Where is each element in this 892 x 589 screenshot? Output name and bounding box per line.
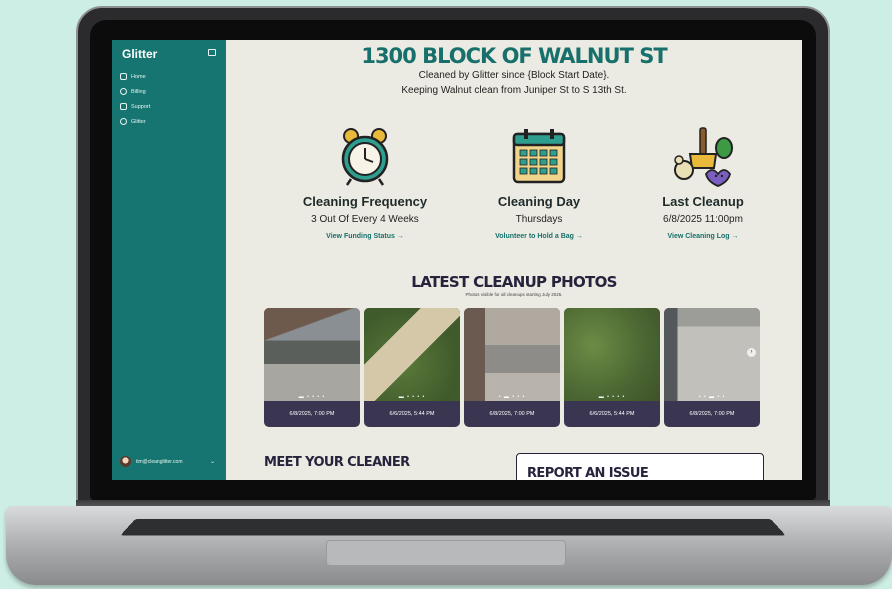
sidebar-item-support[interactable]: Support (120, 99, 150, 114)
sidebar-item-label: Billing (131, 88, 146, 95)
sidebar-item-glitter[interactable]: Glitter (120, 114, 150, 129)
globe-icon (120, 118, 127, 125)
keyboard (120, 518, 786, 536)
user-email: tim@cleanglitter.com (136, 458, 183, 465)
home-icon (120, 73, 127, 80)
report-issue-card[interactable]: REPORT AN ISSUE (516, 453, 764, 480)
view-funding-status-link[interactable]: View Funding Status → (280, 233, 450, 240)
sidebar-item-home[interactable]: Home (120, 69, 150, 84)
carousel-dots[interactable]: ▬ • • • • (264, 394, 360, 400)
sidebar-item-label: Support (131, 103, 151, 110)
stat-cleaning-frequency: Cleaning Frequency 3 Out Of Every 4 Week… (280, 126, 450, 240)
carousel-dots[interactable]: • • ▬ • • (664, 394, 760, 400)
photo-timestamp: 6/8/2025, 7:00 PM (689, 411, 735, 417)
cleanup-photo[interactable] (464, 308, 560, 401)
hero-subtitle-2: Keeping Walnut clean from Juniper St to … (401, 85, 627, 96)
photo-card[interactable]: ▬ • • • • 6/6/2025, 5:44 PM (564, 308, 660, 427)
trackpad (326, 540, 566, 566)
photo-timestamp: 6/6/2025, 5:44 PM (389, 411, 435, 417)
stat-value: Thursdays (515, 214, 563, 225)
stat-title: Cleaning Day (497, 194, 581, 209)
stat-title: Cleaning Frequency (302, 194, 428, 209)
chevron-down-icon[interactable]: ⌄ (210, 458, 215, 465)
main-content: 1300 BLOCK OF WALNUT ST Cleaned by Glitt… (226, 40, 802, 480)
cleanup-photo[interactable] (664, 308, 760, 401)
meet-cleaner-title: MEET YOUR CLEANER (264, 455, 410, 470)
sidebar-item-label: Glitter (131, 118, 146, 125)
sidebar-collapse-icon[interactable] (208, 49, 216, 56)
cleanup-photo[interactable] (564, 308, 660, 401)
hero-subtitle: Cleaned by Glitter since {Block Start Da… (418, 70, 610, 81)
stat-title: Last Cleanup (662, 194, 744, 209)
photos-section-title: LATEST CLEANUP PHOTOS (411, 273, 617, 291)
photo-timestamp: 6/6/2025, 5:44 PM (589, 411, 635, 417)
page-title: 1300 BLOCK OF WALNUT ST (361, 44, 667, 68)
stat-value: 3 Out Of Every 4 Weeks (311, 214, 419, 225)
photos-subtitle: Photos visible for all cleanups starting… (465, 292, 563, 297)
photo-timestamp: 6/8/2025, 7:00 PM (489, 411, 535, 417)
chevron-right-icon[interactable]: › (747, 348, 756, 357)
volunteer-link[interactable]: Volunteer to Hold a Bag → (454, 233, 624, 240)
carousel-dots[interactable]: ▬ • • • • (564, 394, 660, 400)
view-cleaning-log-link[interactable]: View Cleaning Log → (618, 233, 788, 240)
photo-card[interactable]: › • • ▬ • • 6/8/2025, 7:00 PM (664, 308, 760, 427)
app-screen: Glitter Home Billing Support Glitter tim… (112, 40, 802, 480)
cleanup-photo[interactable] (364, 308, 460, 401)
cleaning-supplies-icon (618, 126, 788, 188)
photo-card[interactable]: ▬ • • • • 6/6/2025, 5:44 PM (364, 308, 460, 427)
cleanup-photo[interactable] (264, 308, 360, 401)
report-issue-title: REPORT AN ISSUE (527, 466, 649, 480)
billing-icon (120, 88, 127, 95)
sidebar-item-billing[interactable]: Billing (120, 84, 150, 99)
stat-last-cleanup: Last Cleanup 6/8/2025 11:00pm View Clean… (618, 126, 788, 240)
stat-value: 6/8/2025 11:00pm (663, 214, 743, 225)
stat-cleaning-day: Cleaning Day Thursdays Volunteer to Hold… (454, 126, 624, 240)
photo-card[interactable]: ▬ • • • • 6/8/2025, 7:00 PM (264, 308, 360, 427)
brand-logo[interactable]: Glitter (122, 47, 157, 61)
calendar-icon (454, 126, 624, 188)
photo-card[interactable]: • ▬ • • • 6/8/2025, 7:00 PM (464, 308, 560, 427)
carousel-dots[interactable]: • ▬ • • • (464, 394, 560, 400)
user-menu[interactable]: tim@cleanglitter.com (120, 456, 182, 467)
photo-timestamp: 6/8/2025, 7:00 PM (289, 411, 335, 417)
sidebar-nav: Home Billing Support Glitter (120, 69, 150, 129)
alarm-clock-icon (280, 126, 450, 188)
sidebar: Glitter Home Billing Support Glitter tim… (112, 40, 226, 480)
carousel-dots[interactable]: ▬ • • • • (364, 394, 460, 400)
sidebar-item-label: Home (131, 73, 146, 80)
support-icon (120, 103, 127, 110)
avatar (120, 456, 131, 467)
